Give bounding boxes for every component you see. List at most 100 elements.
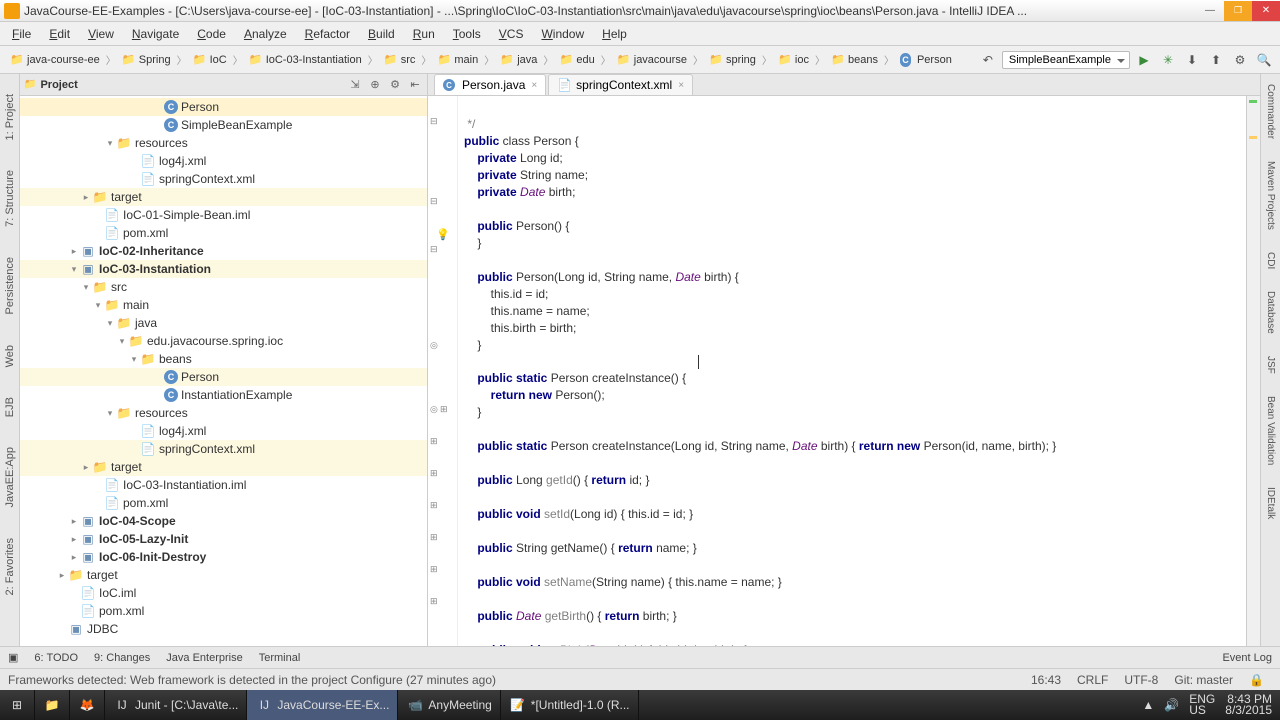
breadcrumb-item[interactable]: 📁java-course-ee [6,51,104,69]
menu-build[interactable]: Build [360,25,403,43]
tree-item[interactable]: 📄springContext.xml [20,170,427,188]
tree-item[interactable]: CPerson [20,98,427,116]
breadcrumb-item[interactable]: 📁java [496,51,541,69]
tree-item[interactable]: 📄springContext.xml [20,440,427,458]
breadcrumb-item[interactable]: 📁javacourse [613,51,691,69]
menu-refactor[interactable]: Refactor [297,25,358,43]
toolwindow-tab[interactable]: Persistence [4,257,16,314]
maximize-button[interactable]: ❐ [1224,1,1252,21]
line-separator[interactable]: CRLF [1069,673,1116,687]
breadcrumb-item[interactable]: 📁src [380,51,420,69]
tree-item[interactable]: 📄IoC.iml [20,584,427,602]
tree-item[interactable]: 📄IoC-01-Simple-Bean.iml [20,206,427,224]
taskbar-item[interactable]: 📁 [35,690,70,720]
tray-icon[interactable]: ▲ [1142,698,1154,712]
toolwindow-tab[interactable]: Web [4,345,16,367]
tree-item[interactable]: ▾📁src [20,278,427,296]
collapse-icon[interactable]: ⇲ [347,77,363,93]
breadcrumb-item[interactable]: 📁Spring [118,51,175,69]
tree-item[interactable]: ▸▣IoC-06-Init-Destroy [20,548,427,566]
project-view-icon[interactable]: 📁 [24,79,36,90]
breadcrumb-item[interactable]: 📁beans [827,51,882,69]
changes-button[interactable]: 9: Changes [94,652,150,664]
tree-item[interactable]: 📄pom.xml [20,602,427,620]
tree-item[interactable]: CInstantiationExample [20,386,427,404]
toolwindow-tab[interactable]: EJB [4,397,16,417]
back-button[interactable]: ↶ [978,50,998,70]
tree-item[interactable]: ▸▣IoC-04-Scope [20,512,427,530]
menu-file[interactable]: File [4,25,39,43]
tree-item[interactable]: ▸📁target [20,458,427,476]
tree-item[interactable]: 📄log4j.xml [20,152,427,170]
toolwindow-tab[interactable]: Database [1265,291,1276,334]
vcs-commit-icon[interactable]: ⬆ [1206,50,1226,70]
editor-tab[interactable]: 📄springContext.xml× [548,74,693,95]
menu-code[interactable]: Code [189,25,234,43]
breadcrumb-item[interactable]: CPerson [896,51,956,69]
taskbar-item[interactable]: 🦊 [70,690,105,720]
toolwindow-tab[interactable]: Bean Validation [1265,396,1276,465]
error-stripe[interactable] [1246,96,1260,646]
tree-item[interactable]: ▾▣IoC-03-Instantiation [20,260,427,278]
tree-item[interactable]: ▾📁resources [20,134,427,152]
menu-navigate[interactable]: Navigate [124,25,187,43]
toolwindow-tab[interactable]: 2: Favorites [4,538,16,595]
debug-button[interactable]: ✳ [1158,50,1178,70]
tree-item[interactable]: ▾📁main [20,296,427,314]
tray-icon[interactable]: 🔊 [1164,698,1179,712]
hide-icon[interactable]: ⇤ [407,77,423,93]
tree-item[interactable]: ▾📁beans [20,350,427,368]
menu-vcs[interactable]: VCS [491,25,532,43]
vcs-update-icon[interactable]: ⬇ [1182,50,1202,70]
breadcrumb-item[interactable]: 📁spring [705,51,760,69]
todo-button[interactable]: 6: TODO [34,652,78,664]
run-button[interactable]: ▶ [1134,50,1154,70]
breadcrumb-item[interactable]: 📁IoC-03-Instantiation [245,51,366,69]
tree-item[interactable]: 📄IoC-03-Instantiation.iml [20,476,427,494]
tree-item[interactable]: 📄pom.xml [20,224,427,242]
tree-item[interactable]: ▾📁java [20,314,427,332]
close-button[interactable]: ✕ [1252,1,1280,21]
encoding[interactable]: UTF-8 [1116,673,1166,687]
taskbar-item[interactable]: 📝*[Untitled]-1.0 (R... [501,690,639,720]
menu-help[interactable]: Help [594,25,635,43]
tree-item[interactable]: ▸▣IoC-05-Lazy-Init [20,530,427,548]
menu-window[interactable]: Window [533,25,592,43]
tray-lang[interactable]: ENGUS [1189,694,1215,716]
tree-item[interactable]: ▣JDBC [20,620,427,638]
minimize-button[interactable]: — [1196,1,1224,21]
tree-item[interactable]: ▾📁resources [20,404,427,422]
toolwindow-tab[interactable]: 7: Structure [4,170,16,227]
taskbar-item[interactable]: IJJunit - [C:\Java\te... [105,690,247,720]
tree-item[interactable]: CPerson [20,368,427,386]
tree-item[interactable]: 📄pom.xml [20,494,427,512]
lock-icon[interactable]: 🔒 [1241,673,1272,687]
close-tab-icon[interactable]: × [531,80,537,91]
terminal-button[interactable]: Terminal [259,652,301,664]
run-config-dropdown[interactable]: SimpleBeanExample [1002,51,1130,69]
taskbar-item[interactable]: ⊞ [0,690,35,720]
toolwindow-tab[interactable]: JavaEE:App [4,447,16,508]
menu-edit[interactable]: Edit [41,25,78,43]
tree-item[interactable]: 📄log4j.xml [20,422,427,440]
breadcrumb-item[interactable]: 📁IoC [189,51,231,69]
autoscroll-icon[interactable]: ⊕ [367,77,383,93]
tree-item[interactable]: ▸📁target [20,188,427,206]
breadcrumb-item[interactable]: 📁edu [555,51,598,69]
git-branch[interactable]: Git: master [1166,673,1241,687]
tree-item[interactable]: ▸📁target [20,566,427,584]
menu-run[interactable]: Run [405,25,443,43]
toolwindow-tab[interactable]: Maven Projects [1265,161,1276,230]
breadcrumb-item[interactable]: 📁ioc [774,51,813,69]
editor-gutter[interactable]: ⊟ ⊟ 💡 ⊟ ◎ ◎ ⊞ ⊞ ⊞ ⊞ ⊞ ⊞ ⊞ [428,96,458,646]
gear-icon[interactable]: ⚙ [387,77,403,93]
intention-bulb-icon[interactable]: 💡 [436,228,450,241]
toolwindow-tab[interactable]: CDI [1265,252,1276,269]
event-log-button[interactable]: Event Log [1222,652,1272,664]
tree-item[interactable]: CSimpleBeanExample [20,116,427,134]
editor[interactable]: */ public class Person { private Long id… [458,96,1246,646]
toolwindow-tab[interactable]: Commander [1265,84,1276,139]
javaee-button[interactable]: Java Enterprise [166,652,242,664]
menu-analyze[interactable]: Analyze [236,25,295,43]
toolwindow-tab[interactable]: JSF [1265,356,1276,374]
